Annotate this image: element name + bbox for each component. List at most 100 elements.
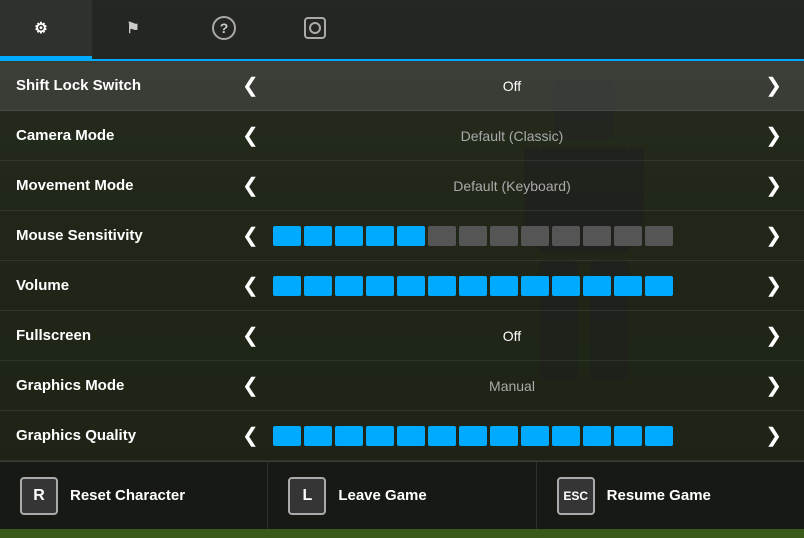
arrow-right-graphics-quality[interactable]: ❯ bbox=[759, 421, 788, 450]
settings-list: Shift Lock Switch❮Off❯Camera Mode❮Defaul… bbox=[0, 61, 804, 461]
setting-value-movement-mode: Default (Keyboard) bbox=[273, 178, 751, 194]
arrow-left-volume[interactable]: ❮ bbox=[236, 271, 265, 300]
slider-segment-5 bbox=[428, 426, 456, 446]
setting-control-mouse-sensitivity: ❮❯ bbox=[236, 221, 788, 250]
arrow-left-shift-lock[interactable]: ❮ bbox=[236, 71, 265, 100]
slider-segment-7 bbox=[490, 276, 518, 296]
setting-control-fullscreen: ❮ Off ❯ bbox=[236, 321, 788, 350]
report-icon: ⚑ bbox=[120, 15, 146, 41]
setting-label-fullscreen: Fullscreen bbox=[16, 327, 236, 344]
slider-segment-5 bbox=[428, 276, 456, 296]
slider-segment-9 bbox=[552, 426, 580, 446]
arrow-left-fullscreen[interactable]: ❮ bbox=[236, 321, 265, 350]
slider-segment-0 bbox=[273, 426, 301, 446]
slider-graphics-quality[interactable] bbox=[273, 426, 751, 446]
slider-segment-3 bbox=[366, 276, 394, 296]
slider-segment-8 bbox=[521, 426, 549, 446]
slider-segment-6 bbox=[459, 276, 487, 296]
arrow-right-camera-mode[interactable]: ❯ bbox=[759, 121, 788, 150]
arrow-left-graphics-quality[interactable]: ❮ bbox=[236, 421, 265, 450]
setting-control-camera-mode: ❮ Default (Classic) ❯ bbox=[236, 121, 788, 150]
setting-value-graphics-mode: Manual bbox=[273, 378, 751, 394]
tab-settings[interactable]: ⚙ bbox=[0, 0, 92, 59]
setting-label-graphics-mode: Graphics Mode bbox=[16, 377, 236, 394]
setting-row-shift-lock: Shift Lock Switch❮Off❯ bbox=[0, 61, 804, 111]
setting-row-graphics-quality: Graphics Quality❮❯ bbox=[0, 411, 804, 461]
arrow-right-volume[interactable]: ❯ bbox=[759, 271, 788, 300]
arrow-right-shift-lock[interactable]: ❯ bbox=[759, 71, 788, 100]
slider-segment-10 bbox=[583, 426, 611, 446]
tab-report[interactable]: ⚑ bbox=[92, 0, 184, 59]
slider-segment-11 bbox=[614, 276, 642, 296]
setting-row-graphics-mode: Graphics Mode❮ Manual ❯ bbox=[0, 361, 804, 411]
slider-volume[interactable] bbox=[273, 276, 751, 296]
slider-segment-4 bbox=[397, 276, 425, 296]
setting-control-volume: ❮❯ bbox=[236, 271, 788, 300]
slider-segment-4 bbox=[397, 226, 425, 246]
slider-segment-9 bbox=[552, 226, 580, 246]
slider-segment-6 bbox=[459, 426, 487, 446]
setting-row-volume: Volume❮❯ bbox=[0, 261, 804, 311]
slider-segment-4 bbox=[397, 426, 425, 446]
slider-segment-11 bbox=[614, 426, 642, 446]
slider-segment-2 bbox=[335, 426, 363, 446]
arrow-right-graphics-mode[interactable]: ❯ bbox=[759, 371, 788, 400]
slider-segment-8 bbox=[521, 226, 549, 246]
arrow-right-mouse-sensitivity[interactable]: ❯ bbox=[759, 221, 788, 250]
slider-segment-9 bbox=[552, 276, 580, 296]
action-btn-resume[interactable]: ESC Resume Game bbox=[537, 462, 804, 529]
arrow-left-camera-mode[interactable]: ❮ bbox=[236, 121, 265, 150]
arrow-right-movement-mode[interactable]: ❯ bbox=[759, 171, 788, 200]
action-label-leave: Leave Game bbox=[338, 487, 426, 504]
arrow-right-fullscreen[interactable]: ❯ bbox=[759, 321, 788, 350]
slider-segment-12 bbox=[645, 226, 673, 246]
settings-panel: ⚙ ⚑ ? Shift Lock Switch❮Off❯Camera Mode❮… bbox=[0, 0, 804, 538]
tab-record[interactable] bbox=[274, 0, 366, 59]
slider-segment-1 bbox=[304, 226, 332, 246]
slider-segment-0 bbox=[273, 276, 301, 296]
slider-segment-10 bbox=[583, 226, 611, 246]
setting-label-movement-mode: Movement Mode bbox=[16, 177, 236, 194]
key-badge-reset: R bbox=[20, 477, 58, 515]
setting-control-graphics-mode: ❮ Manual ❯ bbox=[236, 371, 788, 400]
setting-label-mouse-sensitivity: Mouse Sensitivity bbox=[16, 227, 236, 244]
action-btn-reset[interactable]: R Reset Character bbox=[0, 462, 268, 529]
key-badge-leave: L bbox=[288, 477, 326, 515]
slider-segment-12 bbox=[645, 276, 673, 296]
setting-control-graphics-quality: ❮❯ bbox=[236, 421, 788, 450]
record-icon bbox=[302, 15, 328, 41]
slider-segment-5 bbox=[428, 226, 456, 246]
slider-mouse-sensitivity[interactable] bbox=[273, 226, 751, 246]
help-icon: ? bbox=[212, 16, 236, 40]
slider-segment-6 bbox=[459, 226, 487, 246]
setting-label-shift-lock: Shift Lock Switch bbox=[16, 77, 236, 94]
key-badge-resume: ESC bbox=[557, 477, 595, 515]
action-label-reset: Reset Character bbox=[70, 487, 185, 504]
tab-help[interactable]: ? bbox=[184, 0, 274, 59]
arrow-left-movement-mode[interactable]: ❮ bbox=[236, 171, 265, 200]
bottom-action-bar: R Reset Character L Leave Game ESC Resume Gam… bbox=[0, 461, 804, 529]
action-btn-leave[interactable]: L Leave Game bbox=[268, 462, 536, 529]
setting-label-camera-mode: Camera Mode bbox=[16, 127, 236, 144]
slider-segment-11 bbox=[614, 226, 642, 246]
arrow-left-graphics-mode[interactable]: ❮ bbox=[236, 371, 265, 400]
setting-value-fullscreen: Off bbox=[273, 328, 751, 344]
setting-value-camera-mode: Default (Classic) bbox=[273, 128, 751, 144]
slider-segment-7 bbox=[490, 226, 518, 246]
setting-row-fullscreen: Fullscreen❮ Off ❯ bbox=[0, 311, 804, 361]
setting-control-movement-mode: ❮ Default (Keyboard) ❯ bbox=[236, 171, 788, 200]
setting-label-volume: Volume bbox=[16, 277, 236, 294]
arrow-left-mouse-sensitivity[interactable]: ❮ bbox=[236, 221, 265, 250]
slider-segment-1 bbox=[304, 276, 332, 296]
setting-control-shift-lock: ❮Off❯ bbox=[236, 71, 788, 100]
slider-segment-2 bbox=[335, 226, 363, 246]
setting-label-graphics-quality: Graphics Quality bbox=[16, 427, 236, 444]
top-nav: ⚙ ⚑ ? bbox=[0, 0, 804, 61]
slider-segment-8 bbox=[521, 276, 549, 296]
setting-row-mouse-sensitivity: Mouse Sensitivity❮❯ bbox=[0, 211, 804, 261]
slider-segment-3 bbox=[366, 426, 394, 446]
slider-segment-0 bbox=[273, 226, 301, 246]
setting-row-camera-mode: Camera Mode❮ Default (Classic) ❯ bbox=[0, 111, 804, 161]
action-label-resume: Resume Game bbox=[607, 487, 711, 504]
setting-row-movement-mode: Movement Mode❮ Default (Keyboard) ❯ bbox=[0, 161, 804, 211]
